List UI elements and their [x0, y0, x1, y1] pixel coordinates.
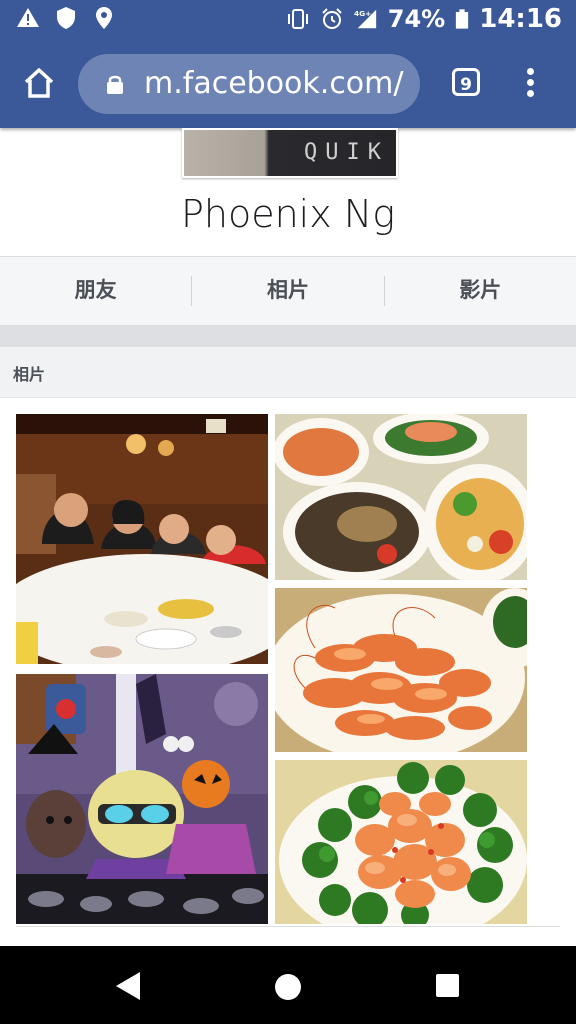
profile-photo-text: QUIK	[304, 140, 389, 165]
more-options-icon[interactable]	[524, 68, 536, 100]
prawns-photo[interactable]	[275, 588, 527, 752]
home-circle-icon[interactable]	[275, 974, 301, 1000]
battery-icon	[456, 9, 469, 29]
alarm-icon	[322, 8, 342, 29]
back-icon[interactable]	[114, 970, 142, 1002]
vibrate-icon	[287, 9, 308, 29]
address-bar[interactable]: m.facebook.com/	[78, 54, 420, 114]
section-divider	[0, 325, 576, 347]
tab-photos[interactable]: 相片	[192, 257, 383, 325]
family-dinner-photo[interactable]	[16, 414, 268, 664]
url-text: m.facebook.com/	[144, 66, 404, 101]
browser-toolbar: m.facebook.com/ 9	[0, 40, 576, 128]
clock: 14:16	[479, 4, 562, 34]
svg-text:4G+: 4G+	[354, 9, 371, 18]
tab-videos[interactable]: 影片	[385, 257, 576, 325]
battery-percentage: 74%	[387, 5, 446, 33]
tab-friends[interactable]: 朋友	[0, 257, 191, 325]
profile-name: Phoenix Ng	[180, 192, 396, 236]
lock-icon	[107, 75, 123, 94]
signal-4g-icon: 4G+	[354, 9, 376, 29]
status-bar: 4G+ 74% 14:16	[0, 0, 576, 40]
content-divider	[16, 926, 560, 927]
profile-nav: 朋友 相片 影片	[0, 256, 576, 326]
system-navigation-bar	[0, 946, 576, 1024]
location-icon	[96, 7, 112, 29]
recent-apps-icon[interactable]	[436, 974, 459, 997]
photos-section-header: 相片	[0, 347, 576, 398]
shield-icon	[57, 7, 75, 29]
tab-switcher-button[interactable]: 9	[452, 68, 480, 96]
photos-section-title: 相片	[13, 365, 46, 384]
halloween-cartoon-photo[interactable]	[16, 674, 268, 924]
profile-picture[interactable]: QUIK	[182, 128, 398, 178]
warning-icon	[17, 8, 39, 27]
home-icon[interactable]	[22, 66, 56, 100]
shrimp-broccoli-photo[interactable]	[275, 760, 527, 924]
photos-grid	[0, 398, 576, 946]
seafood-dishes-photo[interactable]	[275, 414, 527, 580]
